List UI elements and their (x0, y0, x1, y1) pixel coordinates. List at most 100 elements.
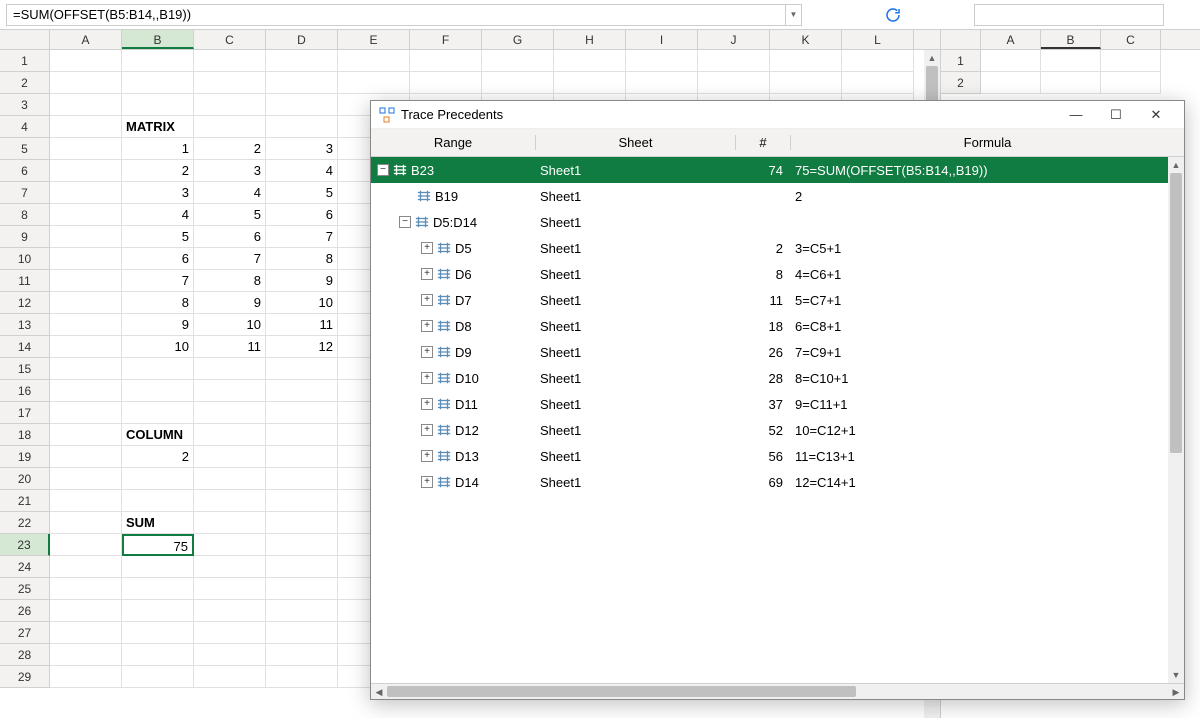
cell-D5[interactable]: 3 (266, 138, 338, 160)
column-header-E[interactable]: E (338, 30, 410, 49)
precedent-row-D14[interactable]: +D14Sheet16912=C14+1 (371, 469, 1184, 495)
cell-C6[interactable]: 3 (194, 160, 266, 182)
cell-J2[interactable] (698, 72, 770, 94)
cell-C2[interactable] (194, 72, 266, 94)
cell-B14[interactable]: 10 (122, 336, 194, 358)
cell-L2[interactable] (842, 72, 914, 94)
minimize-button[interactable]: — (1056, 101, 1096, 129)
cell-J1[interactable] (698, 50, 770, 72)
cell-D21[interactable] (266, 490, 338, 512)
expand-toggle[interactable]: − (377, 164, 389, 176)
cell-D27[interactable] (266, 622, 338, 644)
expand-toggle[interactable]: + (421, 294, 433, 306)
maximize-button[interactable]: ☐ (1096, 101, 1136, 129)
column-header-J[interactable]: J (698, 30, 770, 49)
cell-C14[interactable]: 11 (194, 336, 266, 358)
cell-right-B1[interactable] (1041, 50, 1101, 72)
row-header-19[interactable]: 19 (0, 446, 50, 468)
row-header-1[interactable]: 1 (0, 50, 50, 72)
cell-A23[interactable] (50, 534, 122, 556)
cell-I2[interactable] (626, 72, 698, 94)
cell-C22[interactable] (194, 512, 266, 534)
row-header-25[interactable]: 25 (0, 578, 50, 600)
cell-B17[interactable] (122, 402, 194, 424)
cell-A8[interactable] (50, 204, 122, 226)
row-header-23[interactable]: 23 (0, 534, 50, 556)
column-header-K[interactable]: K (770, 30, 842, 49)
cell-A20[interactable] (50, 468, 122, 490)
cell-C10[interactable]: 7 (194, 248, 266, 270)
cell-B16[interactable] (122, 380, 194, 402)
cell-A3[interactable] (50, 94, 122, 116)
cell-D16[interactable] (266, 380, 338, 402)
cell-D28[interactable] (266, 644, 338, 666)
row-header-right-2[interactable]: 2 (941, 72, 981, 94)
cell-D13[interactable]: 11 (266, 314, 338, 336)
cell-D17[interactable] (266, 402, 338, 424)
cell-F1[interactable] (410, 50, 482, 72)
cell-C21[interactable] (194, 490, 266, 512)
cell-D18[interactable] (266, 424, 338, 446)
expand-toggle[interactable]: + (421, 346, 433, 358)
cell-D20[interactable] (266, 468, 338, 490)
scroll-right-arrow[interactable]: ▶ (1168, 684, 1184, 699)
cell-B13[interactable]: 9 (122, 314, 194, 336)
cell-C7[interactable]: 4 (194, 182, 266, 204)
precedent-row-D12[interactable]: +D12Sheet15210=C12+1 (371, 417, 1184, 443)
cell-B20[interactable] (122, 468, 194, 490)
cell-B1[interactable] (122, 50, 194, 72)
expand-toggle[interactable]: + (421, 320, 433, 332)
scroll-up-arrow[interactable]: ▲ (924, 50, 940, 66)
cell-A28[interactable] (50, 644, 122, 666)
cell-C9[interactable]: 6 (194, 226, 266, 248)
cell-D3[interactable] (266, 94, 338, 116)
select-all-corner[interactable] (0, 30, 50, 49)
cell-A26[interactable] (50, 600, 122, 622)
cell-A5[interactable] (50, 138, 122, 160)
cell-E2[interactable] (338, 72, 410, 94)
column-header-L[interactable]: L (842, 30, 914, 49)
cell-B21[interactable] (122, 490, 194, 512)
cell-I1[interactable] (626, 50, 698, 72)
row-header-26[interactable]: 26 (0, 600, 50, 622)
precedent-row-D10[interactable]: +D10Sheet1288=C10+1 (371, 365, 1184, 391)
row-header-12[interactable]: 12 (0, 292, 50, 314)
header-sheet[interactable]: Sheet (536, 135, 736, 150)
formula-dropdown-button[interactable]: ▼ (786, 4, 802, 26)
precedent-row-D6[interactable]: +D6Sheet184=C6+1 (371, 261, 1184, 287)
cell-A19[interactable] (50, 446, 122, 468)
column-header-H[interactable]: H (554, 30, 626, 49)
cell-B15[interactable] (122, 358, 194, 380)
cell-D4[interactable] (266, 116, 338, 138)
row-header-right-1[interactable]: 1 (941, 50, 981, 72)
cell-A27[interactable] (50, 622, 122, 644)
cell-A25[interactable] (50, 578, 122, 600)
cell-B6[interactable]: 2 (122, 160, 194, 182)
header-number[interactable]: # (736, 135, 791, 150)
row-header-7[interactable]: 7 (0, 182, 50, 204)
cell-C4[interactable] (194, 116, 266, 138)
cell-C26[interactable] (194, 600, 266, 622)
scroll-thumb-h[interactable] (387, 686, 856, 697)
cell-D10[interactable]: 8 (266, 248, 338, 270)
cell-B24[interactable] (122, 556, 194, 578)
cell-D22[interactable] (266, 512, 338, 534)
cell-B18[interactable]: COLUMN (122, 424, 194, 446)
row-header-4[interactable]: 4 (0, 116, 50, 138)
row-header-22[interactable]: 22 (0, 512, 50, 534)
cell-D12[interactable]: 10 (266, 292, 338, 314)
cell-A29[interactable] (50, 666, 122, 688)
row-header-9[interactable]: 9 (0, 226, 50, 248)
precedent-row-D9[interactable]: +D9Sheet1267=C9+1 (371, 339, 1184, 365)
cell-D25[interactable] (266, 578, 338, 600)
cell-B5[interactable]: 1 (122, 138, 194, 160)
cell-D1[interactable] (266, 50, 338, 72)
cell-K1[interactable] (770, 50, 842, 72)
cell-C5[interactable]: 2 (194, 138, 266, 160)
header-range[interactable]: Range (371, 135, 536, 150)
cell-B2[interactable] (122, 72, 194, 94)
cell-A14[interactable] (50, 336, 122, 358)
column-header-F[interactable]: F (410, 30, 482, 49)
cell-A10[interactable] (50, 248, 122, 270)
right-small-input[interactable] (974, 4, 1164, 26)
